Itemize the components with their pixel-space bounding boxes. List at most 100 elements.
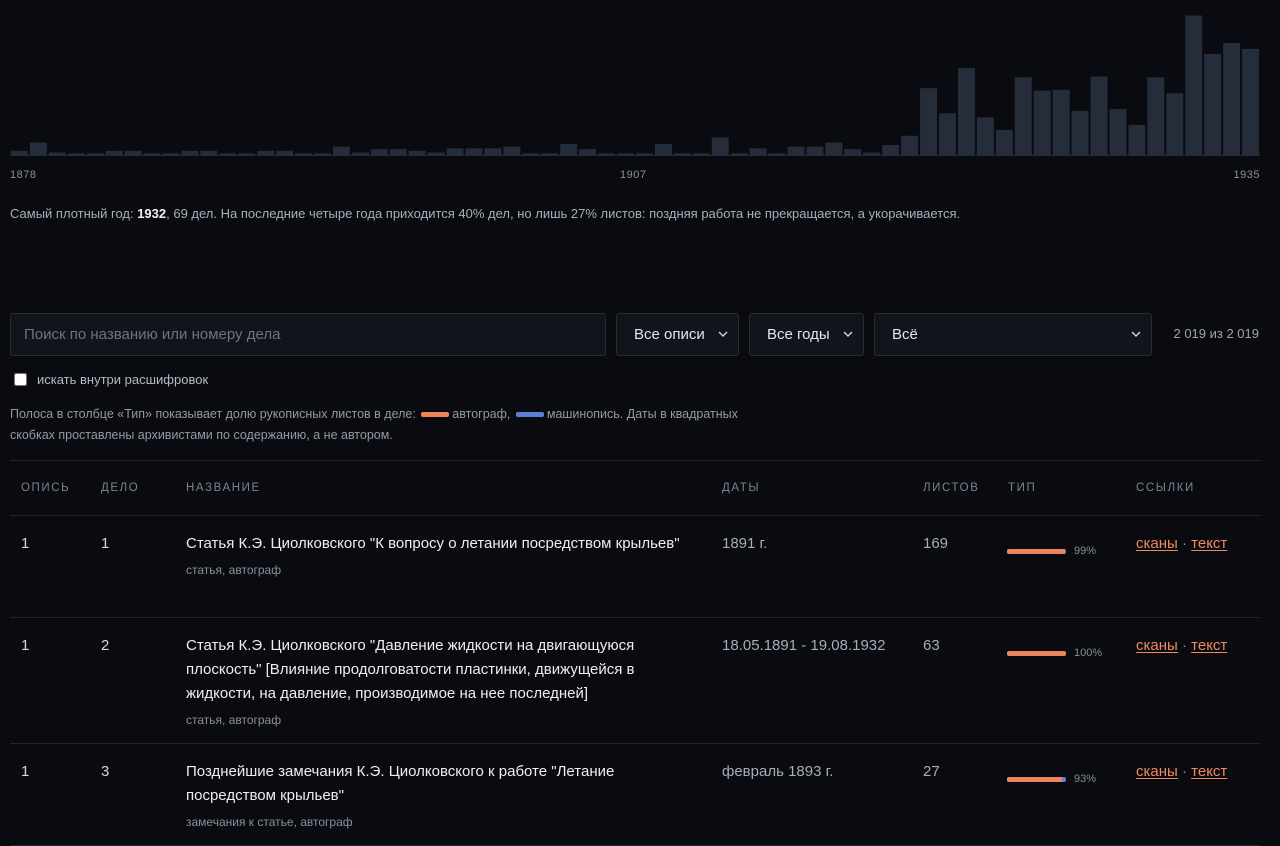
- autograph-share-bar: [1007, 650, 1066, 656]
- histogram-bar[interactable]: [200, 150, 218, 155]
- histogram-bar[interactable]: [1071, 110, 1089, 155]
- opisi-select[interactable]: Все описи: [616, 313, 739, 356]
- histogram-bar[interactable]: [1128, 124, 1146, 155]
- text-link[interactable]: текст: [1191, 637, 1227, 654]
- histogram-bar[interactable]: [351, 152, 369, 155]
- histogram-bar[interactable]: [181, 150, 199, 155]
- header-name[interactable]: НАЗВАНИЕ: [186, 482, 261, 494]
- histogram-bar[interactable]: [162, 153, 180, 155]
- histogram-bar[interactable]: [67, 153, 85, 155]
- cell-sheets: 63: [923, 637, 940, 654]
- histogram-bar[interactable]: [105, 150, 123, 155]
- histogram-bar[interactable]: [143, 153, 161, 155]
- search-transcripts-toggle[interactable]: искать внутри расшифровок: [14, 372, 208, 387]
- histogram-bar[interactable]: [238, 153, 256, 155]
- histogram-bar[interactable]: [654, 144, 672, 155]
- histogram-bar[interactable]: [48, 152, 66, 155]
- opisi-select-value: Все описи: [634, 326, 705, 343]
- cell-opis: 1: [21, 763, 30, 780]
- histogram-bar[interactable]: [484, 148, 502, 155]
- row-subtitle: замечания к статье, автограф: [186, 815, 353, 829]
- histogram-bar[interactable]: [787, 146, 805, 155]
- histogram-bar[interactable]: [749, 148, 767, 155]
- histogram-bar[interactable]: [427, 152, 445, 155]
- histogram-bar[interactable]: [863, 152, 881, 155]
- histogram-bar[interactable]: [257, 150, 275, 155]
- histogram-bar[interactable]: [901, 135, 919, 155]
- histogram-bar[interactable]: [1166, 93, 1184, 155]
- type-legend: Полоса в столбце «Тип» показывает долю р…: [10, 404, 750, 446]
- cell-sheets: 169: [923, 535, 949, 552]
- histogram-bar[interactable]: [957, 68, 975, 155]
- histogram-bar[interactable]: [598, 153, 616, 155]
- table-header: ОПИСЬ ДЕЛО НАЗВАНИЕ ДАТЫ ЛИСТОВ ТИП ССЫЛ…: [10, 461, 1260, 516]
- autograph-share-bar: [1007, 548, 1066, 554]
- histogram-bar[interactable]: [768, 153, 786, 155]
- histogram-bar[interactable]: [389, 149, 407, 155]
- text-link[interactable]: текст: [1191, 763, 1227, 780]
- histogram-bar[interactable]: [920, 88, 938, 155]
- histogram-bar[interactable]: [465, 148, 483, 155]
- histogram-bar[interactable]: [314, 153, 331, 155]
- histogram-bar[interactable]: [692, 153, 710, 155]
- histogram-bar[interactable]: [1185, 15, 1203, 156]
- cell-name: Позднейшие замечания К.Э. Циолковского к…: [186, 760, 686, 830]
- histogram-bar[interactable]: [219, 153, 237, 155]
- histogram-bar[interactable]: [541, 153, 559, 155]
- cell-links: сканы · текст: [1136, 637, 1228, 654]
- header-type[interactable]: ТИП: [1008, 482, 1036, 494]
- histogram-bar[interactable]: [995, 129, 1013, 155]
- cell-name: Статья К.Э. Циолковского "Давление жидко…: [186, 634, 686, 728]
- histogram-bar[interactable]: [408, 150, 426, 155]
- scans-link[interactable]: сканы: [1136, 535, 1178, 552]
- histogram-bar[interactable]: [673, 153, 691, 155]
- years-select[interactable]: Все годы: [749, 313, 864, 356]
- type-select[interactable]: Всё: [874, 313, 1152, 356]
- search-input[interactable]: [10, 313, 606, 356]
- histogram-bar[interactable]: [636, 153, 653, 155]
- histogram-bar[interactable]: [1109, 109, 1127, 155]
- header-sheets[interactable]: ЛИСТОВ: [923, 482, 979, 494]
- header-opis[interactable]: ОПИСЬ: [21, 482, 70, 494]
- histogram-bar[interactable]: [503, 146, 521, 155]
- histogram-bar[interactable]: [939, 113, 956, 155]
- histogram-bar[interactable]: [370, 149, 388, 155]
- histogram-bar[interactable]: [295, 153, 313, 155]
- scans-link[interactable]: сканы: [1136, 763, 1178, 780]
- histogram-bar[interactable]: [882, 144, 900, 155]
- histogram-bar[interactable]: [825, 142, 843, 155]
- histogram-bar[interactable]: [1242, 48, 1259, 155]
- histogram-bar[interactable]: [1033, 90, 1051, 155]
- histogram-bar[interactable]: [976, 117, 994, 155]
- histogram-bar[interactable]: [1052, 89, 1070, 155]
- text-link[interactable]: текст: [1191, 535, 1227, 552]
- histogram-bar[interactable]: [617, 153, 634, 155]
- histogram-bar[interactable]: [560, 144, 578, 155]
- histogram-bar[interactable]: [522, 153, 540, 155]
- histogram-bar[interactable]: [86, 153, 104, 155]
- histogram-bar[interactable]: [844, 149, 862, 155]
- histogram-bar[interactable]: [730, 153, 748, 155]
- histogram-end-year: 1935: [1233, 169, 1260, 181]
- search-transcripts-checkbox[interactable]: [14, 373, 27, 386]
- header-dates[interactable]: ДАТЫ: [722, 482, 760, 494]
- histogram-bar[interactable]: [11, 150, 28, 155]
- histogram-bar[interactable]: [1204, 53, 1222, 155]
- histogram-bar[interactable]: [276, 150, 294, 155]
- histogram-bar[interactable]: [332, 146, 350, 155]
- type-select-value: Всё: [892, 326, 918, 343]
- row-title: Статья К.Э. Циолковского "К вопросу о ле…: [186, 535, 680, 552]
- histogram-bar[interactable]: [1014, 77, 1032, 155]
- header-delo[interactable]: ДЕЛО: [101, 482, 139, 494]
- histogram-bar[interactable]: [579, 149, 597, 155]
- histogram-bar[interactable]: [446, 148, 464, 155]
- scans-link[interactable]: сканы: [1136, 637, 1178, 654]
- histogram-bar[interactable]: [1090, 76, 1108, 155]
- histogram-bar[interactable]: [1147, 77, 1165, 155]
- histogram-bar[interactable]: [1223, 43, 1241, 155]
- histogram-bar[interactable]: [29, 142, 47, 155]
- header-links[interactable]: ССЫЛКИ: [1136, 482, 1195, 494]
- histogram-bar[interactable]: [806, 146, 824, 155]
- histogram-bar[interactable]: [124, 150, 142, 155]
- histogram-bar[interactable]: [711, 137, 729, 155]
